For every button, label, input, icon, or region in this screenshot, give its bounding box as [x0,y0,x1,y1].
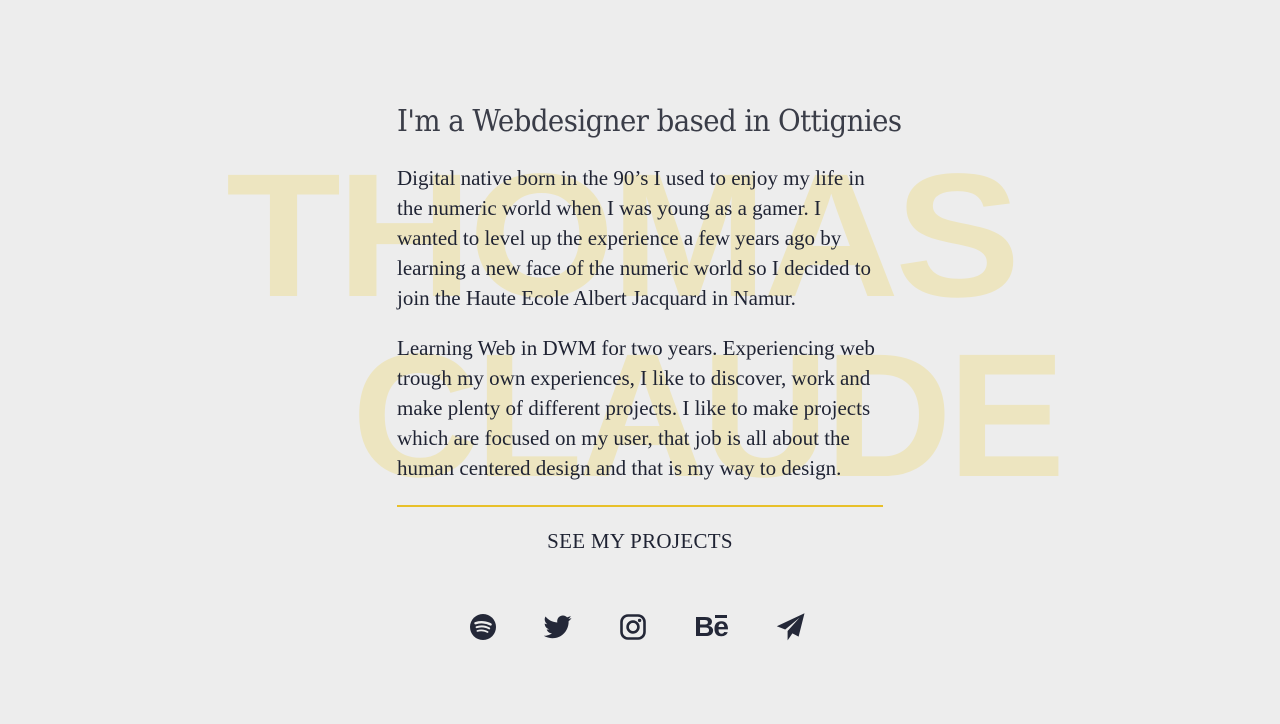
twitter-link[interactable] [543,610,573,644]
social-links: Be [468,610,807,644]
telegram-link[interactable] [775,610,807,644]
intro-section: I'm a Webdesigner based in Ottignies Dig… [397,100,902,554]
headline: I'm a Webdesigner based in Ottignies [397,104,902,139]
behance-icon: Be [694,611,729,642]
twitter-icon [544,615,572,639]
behance-link[interactable]: Be [692,610,730,644]
intro-paragraph-1: Digital native born in the 90’s I used t… [397,166,872,310]
spotify-link[interactable] [468,610,498,644]
paper-plane-icon [776,613,805,641]
spotify-icon [470,614,496,640]
see-projects-link[interactable]: SEE MY PROJECTS [397,529,883,554]
divider [397,505,883,507]
intro-paragraph-2: Learning Web in DWM for two years. Exper… [397,336,875,480]
instagram-icon [620,614,646,640]
instagram-link[interactable] [618,610,648,644]
